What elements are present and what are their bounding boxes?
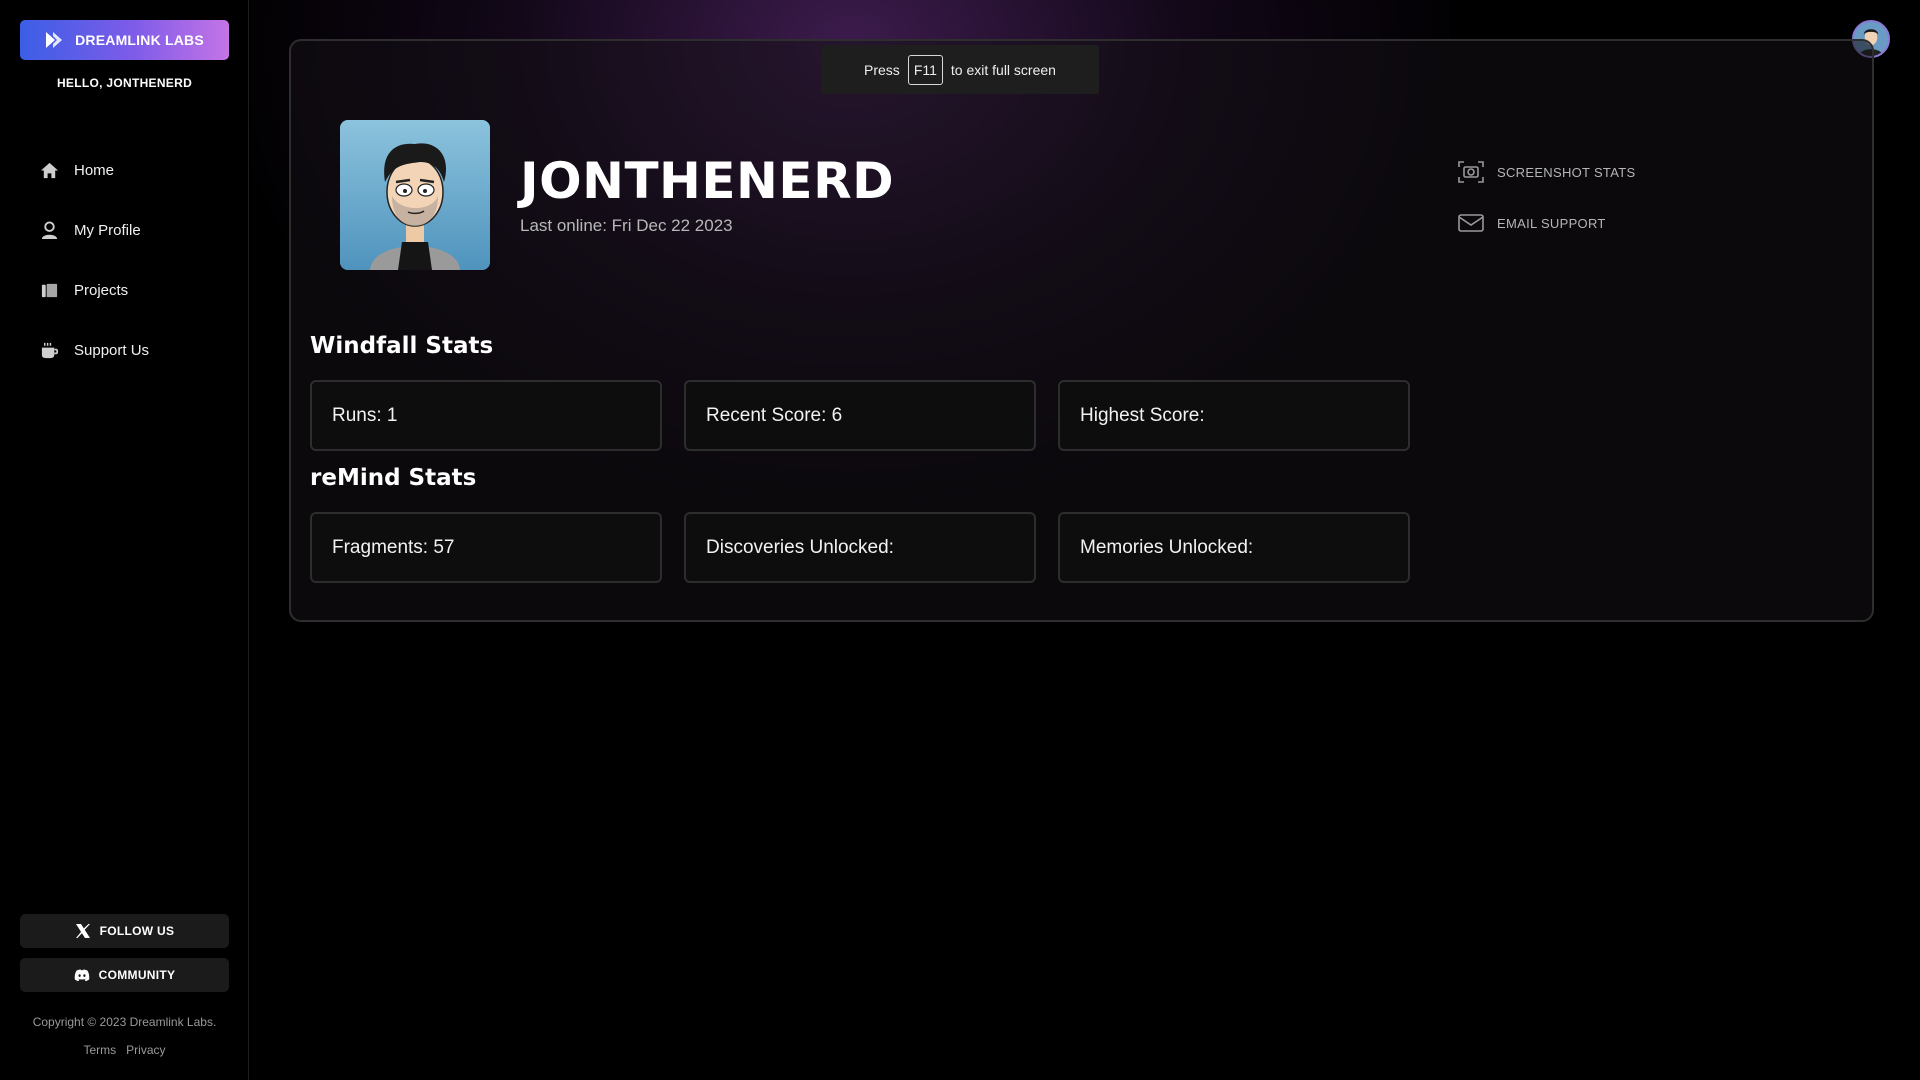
sidebar-item-label: My Profile: [74, 221, 141, 239]
profile-username: JONTHENERD: [520, 152, 895, 210]
email-support-button[interactable]: EMAIL SUPPORT: [1457, 211, 1606, 235]
greeting: HELLO, JONTHENERD: [56, 76, 193, 90]
f11-key: F11: [907, 54, 943, 85]
user-icon: [41, 220, 58, 239]
home-icon: [40, 162, 59, 178]
fullscreen-suffix: to exit full screen: [950, 61, 1056, 78]
community-button[interactable]: COMMUNITY: [20, 958, 229, 992]
dreamlink-logo-icon: [46, 32, 63, 48]
stat-memories-unlocked: Memories Unlocked:: [1058, 512, 1410, 583]
screenshot-stats-button[interactable]: SCREENSHOT STATS: [1457, 160, 1635, 184]
coffee-icon: [41, 342, 59, 358]
privacy-link[interactable]: Privacy: [126, 1043, 165, 1057]
windfall-stats-title: Windfall Stats: [310, 333, 494, 359]
sidebar-item-label: Home: [74, 161, 115, 179]
brand-button[interactable]: DREAMLINK LABS: [20, 20, 229, 60]
terms-link[interactable]: Terms: [83, 1043, 116, 1057]
cartoon-avatar-image: [340, 120, 490, 270]
screenshot-stats-label: SCREENSHOT STATS: [1497, 164, 1636, 180]
stat-highest-score: Highest Score:: [1058, 380, 1410, 451]
follow-us-button[interactable]: FOLLOW US: [20, 914, 229, 948]
brand-label: DREAMLINK LABS: [75, 32, 204, 48]
envelope-icon: [1458, 214, 1484, 232]
stat-runs: Runs: 1: [310, 380, 662, 451]
fullscreen-notice: Press F11 to exit full screen: [821, 45, 1099, 94]
camera-icon: [1458, 161, 1484, 183]
last-online-text: Last online: Fri Dec 22 2023: [520, 216, 733, 235]
sidebar-item-support-us[interactable]: Support Us: [0, 320, 249, 380]
email-support-label: EMAIL SUPPORT: [1497, 215, 1606, 231]
fullscreen-prefix: Press: [864, 61, 900, 78]
stat-fragments: Fragments: 57: [310, 512, 662, 583]
copyright-text: Copyright © 2023 Dreamlink Labs.: [32, 1015, 217, 1029]
sidebar-item-home[interactable]: Home: [0, 140, 249, 200]
remind-stats-title: reMind Stats: [310, 465, 477, 491]
sidebar: DREAMLINK LABS HELLO, JONTHENERD Home My…: [0, 0, 249, 1080]
profile-picture: [340, 120, 490, 270]
sidebar-item-label: Support Us: [74, 341, 150, 359]
projects-icon: [41, 283, 58, 297]
sidebar-nav: Home My Profile Projects Support Us: [0, 140, 249, 380]
legal-links: Terms Privacy: [0, 1043, 249, 1057]
sidebar-item-projects[interactable]: Projects: [0, 260, 249, 320]
stat-recent-score: Recent Score: 6: [684, 380, 1036, 451]
community-label: COMMUNITY: [98, 968, 176, 982]
follow-us-label: FOLLOW US: [99, 924, 175, 938]
discord-icon: [74, 969, 89, 982]
stat-discoveries-unlocked: Discoveries Unlocked:: [684, 512, 1036, 583]
x-logo-icon: [75, 924, 90, 938]
sidebar-item-my-profile[interactable]: My Profile: [0, 200, 249, 260]
sidebar-item-label: Projects: [74, 281, 129, 299]
